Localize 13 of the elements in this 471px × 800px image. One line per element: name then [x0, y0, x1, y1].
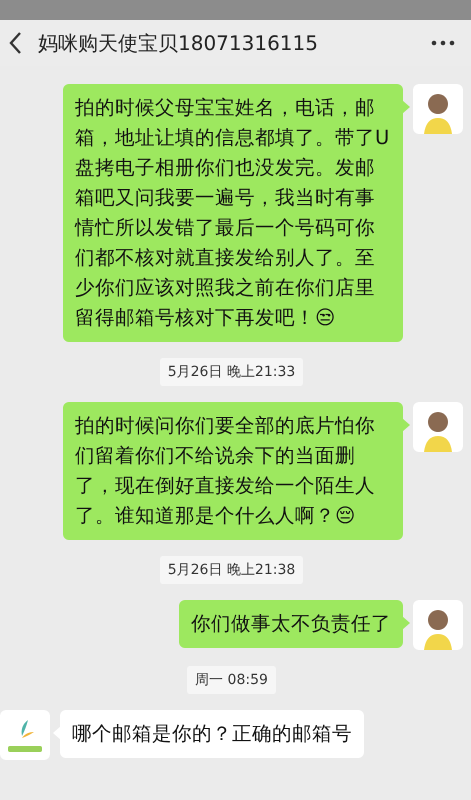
message-bubble: 你们做事太不负责任了: [179, 600, 403, 648]
message-bubble: 拍的时候问你们要全部的底片怕你们留着你们不给说余下的当面删了，现在倒好直接发给一个陌生人了。谁知道那是个什么人啊？😔: [63, 402, 403, 540]
avatar[interactable]: [413, 600, 463, 650]
message-bubble: 哪个邮箱是你的？正确的邮箱号: [60, 710, 364, 758]
timestamp: 周一 08:59: [187, 666, 276, 694]
more-icon: [431, 40, 455, 46]
message-bubble: 拍的时候父母宝宝姓名，电话，邮箱，地址让填的信息都填了。带了U盘拷电子相册你们也没发完。发邮箱吧又问我要一遍号，我当时有事情忙所以发错了最后一个号码可你们都不核对就直接发给别人了。至少你们应该对照我之前在你们店里留得邮箱号核对下再发吧！😒: [63, 84, 403, 342]
chat-title: 妈咪购天使宝贝18071316115: [38, 30, 319, 56]
back-icon: [8, 31, 22, 55]
avatar[interactable]: [413, 84, 463, 134]
timestamp: 5月26日 晚上21:38: [160, 556, 304, 584]
timestamp: 5月26日 晚上21:33: [160, 358, 304, 386]
avatar[interactable]: [413, 402, 463, 452]
